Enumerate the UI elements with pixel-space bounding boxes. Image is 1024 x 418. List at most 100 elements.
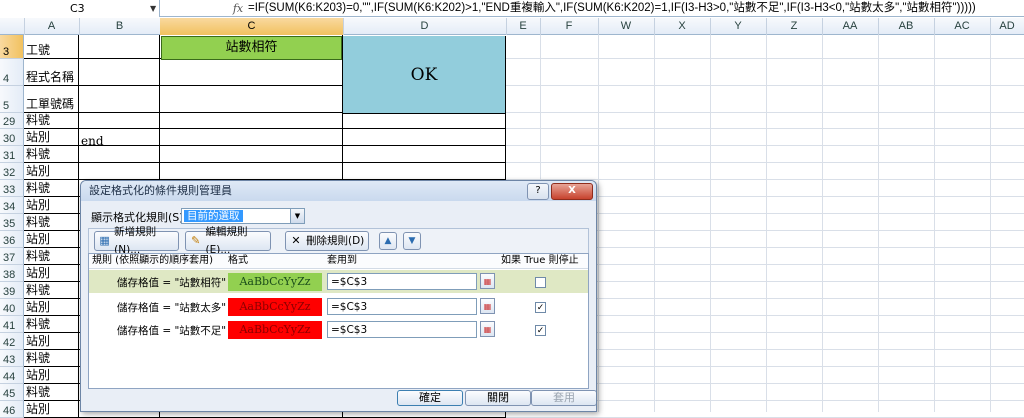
apply-button[interactable]: 套用 [531,390,596,406]
edit-rule-button[interactable]: ✎ 編輯規則(E)... [185,226,271,256]
column-header-y[interactable]: Y [710,18,767,35]
show-rules-select[interactable]: 目前的選取 ▼ [181,208,305,224]
row-header[interactable]: 30 [0,129,24,146]
column-header-c[interactable]: C [160,18,344,35]
cell-d[interactable] [343,163,506,180]
applies-to-input[interactable]: =$C$3 [327,321,477,338]
close-button[interactable]: 關閉 [465,390,531,406]
cell-b[interactable] [79,59,160,86]
stop-if-true-checkbox[interactable]: ✓ [535,302,546,313]
column-header-b[interactable]: B [79,18,161,35]
cell-d3-merged[interactable]: OK [343,36,506,114]
row-header[interactable]: 29 [0,113,24,129]
cell-a[interactable]: 料號 [24,248,79,265]
rule-row[interactable]: 儲存格值 = "站數相符" AaBbCcYyZz =$C$3 ▦ [89,270,588,293]
row-header[interactable]: 38 [0,265,24,282]
chevron-down-icon[interactable]: ▼ [290,209,304,223]
column-header-ac[interactable]: AC [934,18,991,35]
dialog-close-button[interactable]: X [551,183,593,200]
stop-if-true-checkbox[interactable] [535,277,546,288]
range-picker-icon[interactable]: ▦ [480,321,495,337]
row-header[interactable]: 41 [0,316,24,333]
name-box[interactable]: C3 [0,0,160,17]
cell-a[interactable]: 站別 [24,367,79,384]
row-header[interactable]: 44 [0,367,24,384]
row-header[interactable]: 33 [0,180,24,197]
row-header[interactable]: 31 [0,146,24,163]
cell-c[interactable] [160,146,343,163]
cell-a[interactable]: 站別 [24,401,79,418]
row-header[interactable]: 34 [0,197,24,214]
cell-a[interactable]: 程式名稱 [24,59,79,86]
cell-d[interactable] [343,113,506,129]
range-picker-icon[interactable]: ▦ [480,298,495,314]
row-header[interactable]: 45 [0,384,24,401]
stop-if-true-checkbox[interactable]: ✓ [535,325,546,336]
cell-a[interactable]: 料號 [24,350,79,367]
cell-a[interactable]: 料號 [24,282,79,299]
cell-a[interactable]: 料號 [24,146,79,163]
cell-b[interactable] [79,163,160,180]
row-header[interactable]: 35 [0,214,24,231]
new-rule-button[interactable]: ▦ 新增規則(N)... [94,226,179,256]
cell-a[interactable]: 站別 [24,129,79,146]
move-down-button[interactable]: ▼ [403,232,421,250]
cell-a[interactable]: 工號 [24,35,79,59]
row-header[interactable]: 32 [0,163,24,180]
column-header-w[interactable]: W [598,18,655,35]
column-header-z[interactable]: Z [766,18,823,35]
row-header[interactable]: 36 [0,231,24,248]
range-picker-icon[interactable]: ▦ [480,273,495,289]
row-header[interactable]: 42 [0,333,24,350]
cell-a[interactable]: 工單號碼 [24,86,79,113]
rule-row[interactable]: 儲存格值 = "站數不足" AaBbCcYyZz =$C$3 ▦ ✓ [89,318,588,341]
cell-c[interactable] [160,59,343,86]
column-header-x[interactable]: X [654,18,711,35]
row-header[interactable]: 39 [0,282,24,299]
cell-c[interactable] [160,113,343,129]
column-header-e[interactable]: E [506,18,541,35]
row-header[interactable]: 43 [0,350,24,367]
applies-to-input[interactable]: =$C$3 [327,298,477,315]
column-header-f[interactable]: F [540,18,599,35]
cell-b[interactable] [79,35,160,59]
cell-c[interactable] [160,129,343,146]
rule-row[interactable]: 儲存格值 = "站數太多" AaBbCcYyZz =$C$3 ▦ ✓ [89,295,588,318]
column-header-a[interactable]: A [24,18,80,35]
row-header[interactable]: 40 [0,299,24,316]
cell-b[interactable] [79,86,160,113]
cell-c[interactable] [160,163,343,180]
cell-a[interactable]: 站別 [24,197,79,214]
cell-d[interactable] [343,146,506,163]
column-header-ab[interactable]: AB [878,18,935,35]
row-header[interactable]: 37 [0,248,24,265]
name-box-dropdown-icon[interactable]: ▼ [150,0,160,17]
move-up-button[interactable]: ▲ [379,232,397,250]
cell-a[interactable]: 料號 [24,316,79,333]
cell-a[interactable]: 料號 [24,113,79,129]
row-header[interactable]: 5 [0,86,24,113]
row-header[interactable]: 3 [0,35,24,59]
column-header-aa[interactable]: AA [822,18,879,35]
row-header[interactable]: 46 [0,401,24,418]
cell-c[interactable] [160,86,343,113]
cell-a[interactable]: 站別 [24,299,79,316]
applies-to-input[interactable]: =$C$3 [327,273,477,290]
formula-input[interactable]: =IF(SUM(K6:K203)=0,"",IF(SUM(K6:K202)>1,… [248,0,1024,17]
ok-button[interactable]: 確定 [397,390,463,406]
cell-a[interactable]: 站別 [24,265,79,282]
cell-a[interactable]: 站別 [24,231,79,248]
row-header[interactable]: 4 [0,59,24,86]
select-all-corner[interactable] [0,18,25,35]
cell-a[interactable]: 料號 [24,180,79,197]
insert-function-icon[interactable]: fx [230,1,246,16]
column-header-ad[interactable]: AD [990,18,1024,35]
cell-b[interactable] [79,113,160,129]
cell-a[interactable]: 站別 [24,163,79,180]
cell-c3[interactable]: 站數相符 [161,36,342,60]
help-button[interactable]: ? [527,183,549,200]
cell-a[interactable]: 站別 [24,333,79,350]
cell-d[interactable] [343,129,506,146]
cell-b30[interactable]: end [81,132,157,150]
delete-rule-button[interactable]: ✕ 刪除規則(D) [285,231,369,251]
